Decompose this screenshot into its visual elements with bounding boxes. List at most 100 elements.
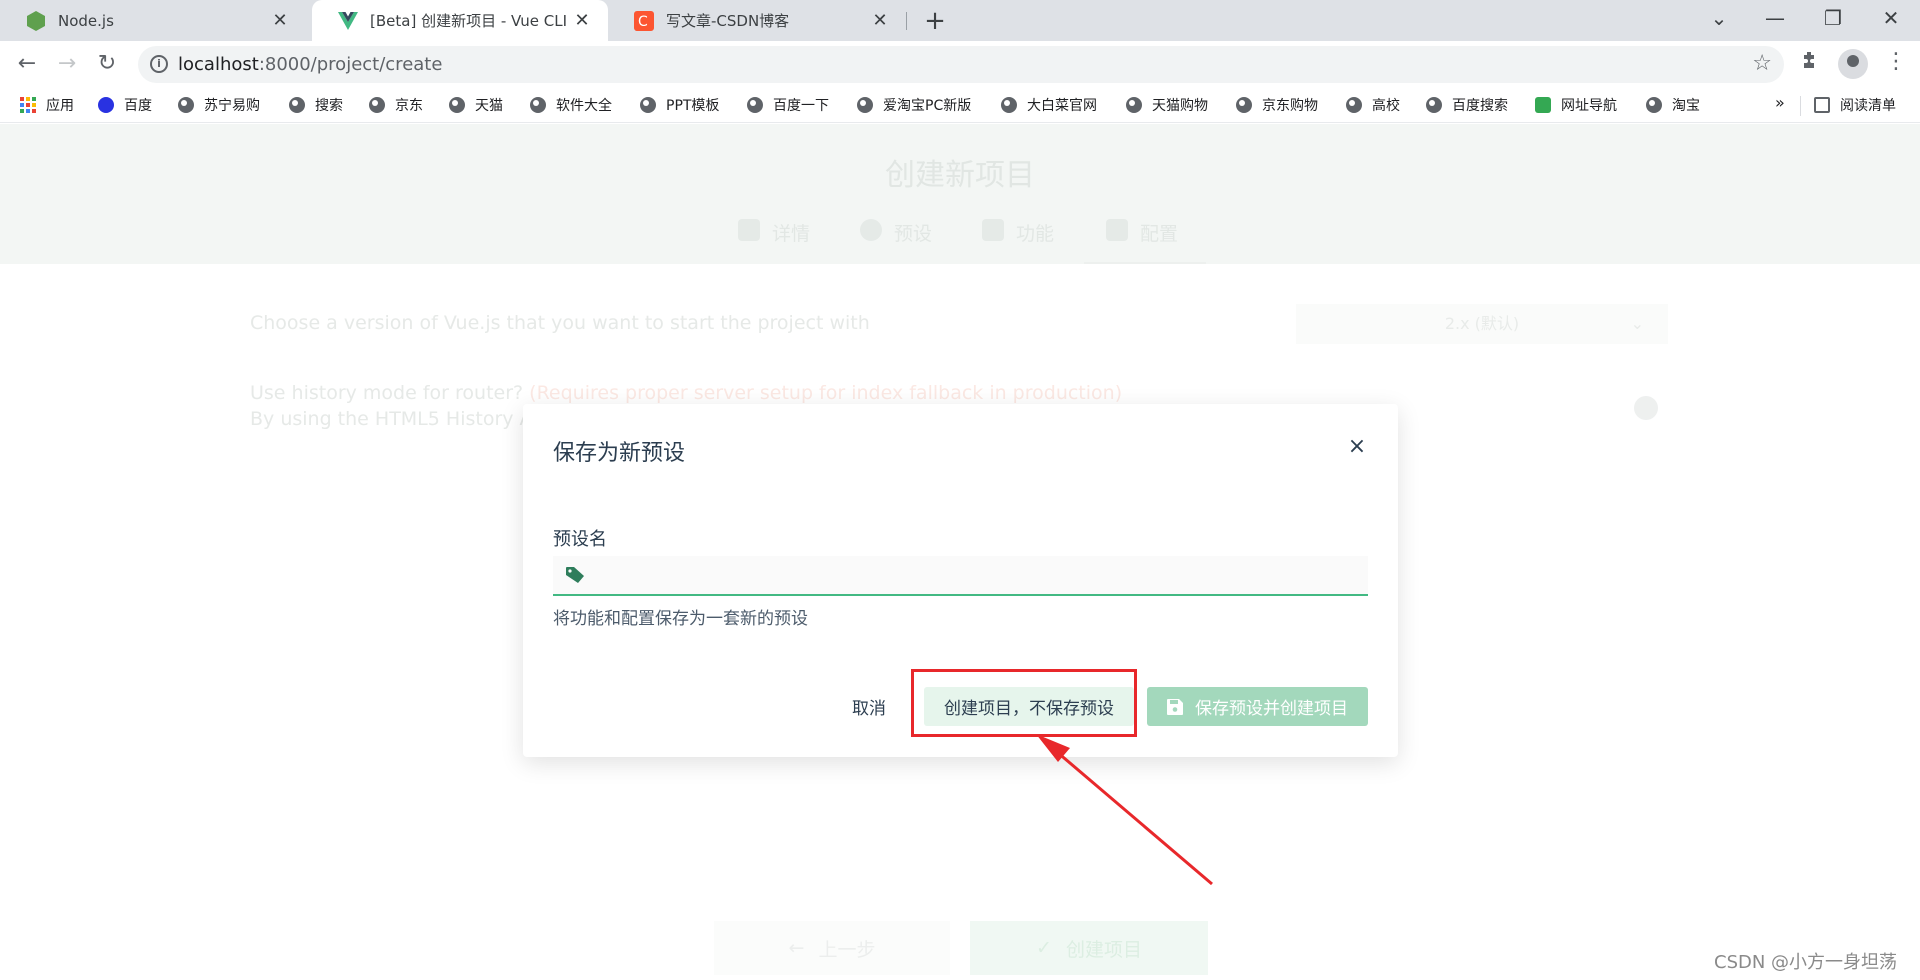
bookmarks-separator [1800, 96, 1801, 116]
bookmark-item[interactable]: PPT模板 [640, 94, 719, 116]
tab-separator [906, 12, 907, 30]
history-mode-description: By using the HTML5 History API [250, 408, 550, 430]
bookmark-label: PPT模板 [666, 98, 720, 114]
check-circle-icon [860, 219, 882, 241]
close-icon[interactable]: ✕ [270, 11, 290, 31]
tab-search-button[interactable]: ⌄ [1699, 6, 1739, 30]
save-icon [1167, 698, 1183, 715]
menu-icon[interactable]: ⋮ [1885, 49, 1907, 74]
cancel-button[interactable]: 取消 [841, 687, 897, 726]
globe-icon [1646, 97, 1662, 113]
preset-name-field[interactable] [553, 556, 1368, 596]
window-close-button[interactable]: ✕ [1871, 6, 1911, 30]
globe-icon [1426, 97, 1442, 113]
history-mode-toggle[interactable] [1634, 396, 1658, 420]
url-text[interactable]: localhost:8000/project/create [178, 54, 442, 75]
globe-icon [857, 97, 873, 113]
reading-list-button[interactable]: 阅读清单 [1814, 94, 1896, 116]
select-value: 2.x (默认) [1444, 314, 1520, 333]
check-icon: ✓ [1036, 937, 1052, 959]
bookmark-item[interactable]: 高校 [1346, 94, 1400, 116]
previous-step-button[interactable]: ← 上一步 [714, 921, 950, 975]
create-project-button[interactable]: ✓ 创建项目 [970, 921, 1208, 975]
tab-title: 写文章-CSDN博客 [666, 12, 790, 30]
list-icon [738, 219, 760, 241]
bookmark-item[interactable]: 网址导航 [1535, 94, 1617, 116]
preset-name-input[interactable] [597, 556, 1357, 594]
baidu-paw-icon [98, 97, 114, 113]
close-icon[interactable]: ✕ [870, 11, 890, 31]
bookmark-label: 搜索 [315, 98, 343, 114]
vue-icon [338, 11, 358, 31]
create-project-label: 创建项目 [1065, 938, 1142, 961]
bookmark-item[interactable]: 软件大全 [530, 94, 612, 116]
close-icon[interactable]: × [1345, 434, 1369, 459]
save-and-create-button[interactable]: 保存预设并创建项目 [1147, 687, 1368, 726]
tab-csdn[interactable]: C 写文章-CSDN博客 ✕ [608, 0, 906, 41]
bookmark-label: 京东 [395, 98, 423, 114]
bookmark-label: 百度搜索 [1452, 98, 1508, 114]
bookmark-item[interactable]: 百度搜索 [1426, 94, 1508, 116]
bookmark-item[interactable]: 爱淘宝PC新版 [857, 94, 971, 116]
bookmark-item[interactable]: 京东 [369, 94, 423, 116]
back-button[interactable]: ← [12, 49, 42, 79]
csdn-icon: C [634, 10, 654, 31]
site-info-icon[interactable]: i [150, 55, 168, 73]
bookmark-label: 高校 [1372, 98, 1400, 114]
bookmark-item[interactable]: 搜索 [289, 94, 343, 116]
new-tab-button[interactable]: + [921, 6, 949, 36]
preset-name-label: 预设名 [553, 529, 607, 550]
bookmark-apps[interactable]: 应用 [20, 94, 74, 116]
bookmarks-more-icon[interactable]: » [1775, 93, 1785, 112]
bookmark-item[interactable]: 淘宝 [1646, 94, 1700, 116]
bookmark-label: 软件大全 [556, 98, 612, 114]
globe-icon [449, 97, 465, 113]
tab-config[interactable]: 配置 [1084, 219, 1206, 264]
bookmark-label: 网址导航 [1561, 98, 1617, 114]
previous-step-label: 上一步 [818, 938, 876, 961]
preset-hint: 将功能和配置保存为一套新的预设 [553, 609, 808, 629]
bookmark-item[interactable]: 天猫 [449, 94, 503, 116]
tab-vue-cli[interactable]: [Beta] 创建新项目 - Vue CLI ✕ [312, 0, 608, 41]
forward-button[interactable]: → [52, 49, 82, 79]
globe-icon [1126, 97, 1142, 113]
bookmark-label: 淘宝 [1672, 98, 1700, 114]
tab-presets[interactable]: 预设 [860, 219, 932, 264]
extensions-icon[interactable] [1800, 50, 1820, 75]
chevron-down-icon: ⌄ [1630, 314, 1644, 333]
address-bar[interactable]: i localhost:8000/project/create ☆ [138, 46, 1784, 83]
url-host: localhost [178, 54, 259, 75]
tab-title: [Beta] 创建新项目 - Vue CLI [370, 12, 568, 30]
reading-list-icon [1814, 97, 1830, 113]
bookmark-item[interactable]: 京东购物 [1236, 94, 1318, 116]
bookmark-item[interactable]: 大白菜官网 [1001, 94, 1097, 116]
bookmark-item[interactable]: 百度一下 [747, 94, 829, 116]
bookmark-item[interactable]: 天猫购物 [1126, 94, 1208, 116]
bookmark-label: 应用 [46, 98, 74, 114]
globe-icon [369, 97, 385, 113]
bookmark-baidu[interactable]: 百度 [98, 94, 152, 116]
globe-icon [1346, 97, 1362, 113]
bookmark-item[interactable]: 苏宁易购 [178, 94, 260, 116]
tab-details[interactable]: 详情 [738, 219, 810, 264]
bookmark-star-icon[interactable]: ☆ [1752, 51, 1772, 76]
reload-button[interactable]: ↻ [92, 49, 122, 79]
history-warning: (Requires proper server setup for index … [529, 382, 1123, 404]
bookmark-label: 天猫 [475, 98, 503, 114]
globe-icon [1001, 97, 1017, 113]
bookmark-label: 苏宁易购 [204, 98, 260, 114]
tab-features[interactable]: 功能 [982, 219, 1054, 264]
globe-icon [289, 97, 305, 113]
close-icon[interactable]: ✕ [572, 11, 592, 31]
bookmark-label: 百度一下 [773, 98, 829, 114]
profile-avatar[interactable] [1838, 49, 1868, 79]
minimize-button[interactable]: — [1755, 6, 1795, 30]
vue-version-select[interactable]: 2.x (默认) ⌄ [1296, 304, 1668, 344]
page-header: 创建新项目 详情 预设 功能 配置 [0, 124, 1920, 264]
arrow-left-icon: ← [788, 937, 805, 959]
vue-version-prompt: Choose a version of Vue.js that you want… [250, 312, 870, 334]
tab-nodejs[interactable]: Node.js ✕ [0, 0, 306, 41]
bookmark-label: 京东购物 [1262, 98, 1318, 114]
restore-button[interactable]: ❐ [1813, 6, 1853, 30]
dialog-title: 保存为新预设 [553, 441, 686, 466]
